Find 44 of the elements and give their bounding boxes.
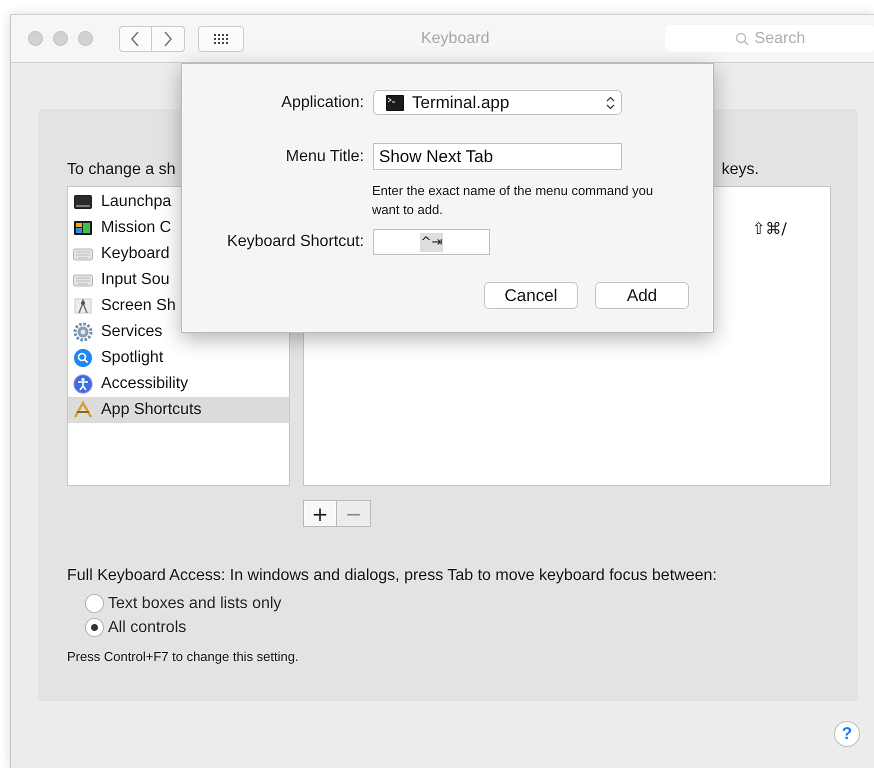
radio-button[interactable] [85, 594, 104, 613]
help-button[interactable]: ? [834, 721, 860, 747]
shortcut-keys: ⇧⌘/ [752, 219, 787, 238]
instruction-text: To change a sh [67, 161, 176, 179]
category-item[interactable]: Services [68, 319, 289, 345]
chevron-left-icon [130, 30, 140, 46]
category-item[interactable]: App Shortcuts [68, 397, 289, 423]
windows-icon [73, 218, 93, 238]
category-item[interactable]: Accessibility [68, 371, 289, 397]
camera-stand-icon [73, 296, 93, 316]
menu-title-field[interactable]: Show Next Tab [373, 143, 622, 170]
gear-icon [73, 322, 93, 342]
instruction-text: keys. [722, 161, 759, 179]
access-description: Full Keyboard Access: In windows and dialogs, press Tab to move keyboard focus between: [67, 567, 718, 585]
show-all-button[interactable] [198, 26, 244, 52]
radio-label: Text boxes and lists only [108, 594, 282, 612]
grid-icon [214, 34, 228, 44]
search-icon [734, 32, 749, 46]
field-label: Application: [280, 94, 364, 112]
cancel-button[interactable]: Cancel [484, 282, 578, 309]
category-item[interactable]: Spotlight [68, 345, 289, 371]
category-item[interactable]: Input Sou [68, 267, 289, 293]
field-label: Keyboard Shortcut: [226, 233, 364, 251]
forward-button[interactable] [152, 26, 185, 52]
back-button[interactable] [118, 26, 152, 52]
application-popup[interactable]: Terminal.app [373, 90, 622, 115]
add-button[interactable]: Add [595, 282, 689, 309]
chevron-right-icon [162, 30, 173, 46]
hint-text: Press Control+F7 to change this setting. [67, 649, 300, 664]
terminal-icon [386, 94, 404, 110]
updown-icon [606, 96, 615, 110]
radio-label: All controls [108, 618, 186, 636]
window-title: Keyboard [420, 30, 490, 48]
add-button[interactable]: + [303, 500, 337, 527]
screen-icon [73, 192, 93, 212]
shortcut-field[interactable]: ^⇥ [373, 229, 490, 255]
category-item[interactable]: Launchpa [68, 189, 289, 215]
radio-button[interactable] [85, 618, 104, 637]
ruler-pencil-icon [73, 400, 93, 420]
search-icon [73, 348, 93, 368]
accessibility-icon [73, 374, 93, 394]
category-item[interactable]: Screen Sh [68, 293, 289, 319]
field-label: Menu Title: [284, 148, 364, 166]
hint-text: Enter the exact name of the menu command you want to add. [372, 182, 654, 219]
